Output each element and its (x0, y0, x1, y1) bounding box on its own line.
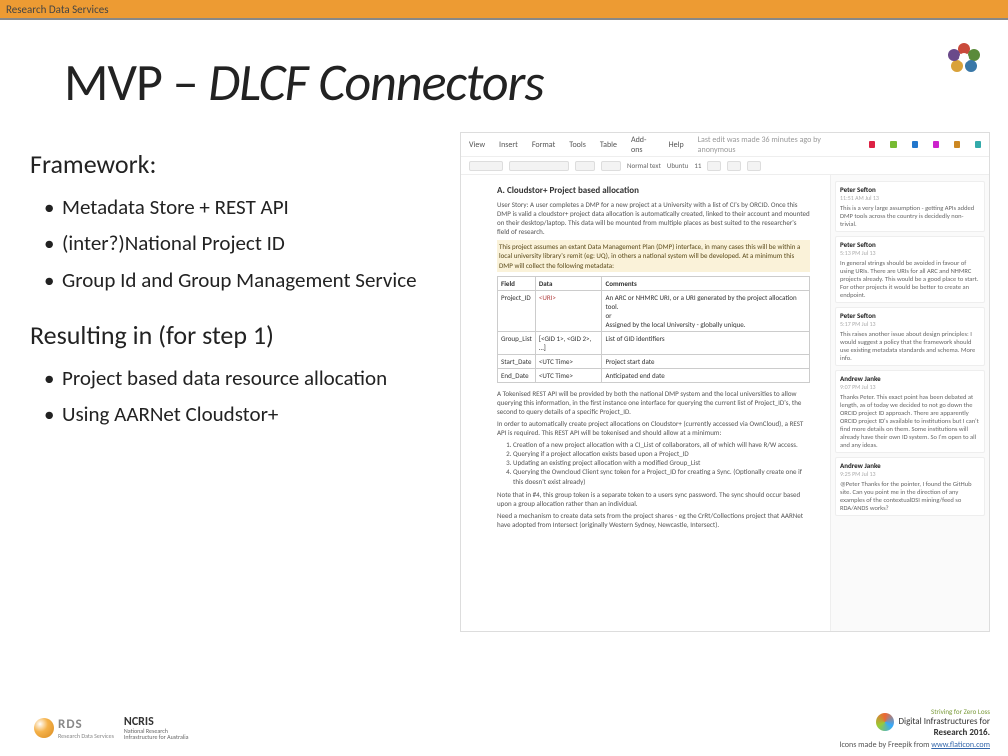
doc-paragraph: In order to automatically create project… (497, 419, 810, 437)
comment: Peter Sefton11:51 AM Jul 13This is a ver… (835, 181, 985, 232)
list-item: Using AARNet Cloudstor+ (44, 401, 450, 427)
body-text: Framework: Metadata Store + REST API (in… (30, 124, 450, 632)
doc-comments-panel: Peter Sefton11:51 AM Jul 13This is a ver… (831, 175, 989, 631)
menu-item: Table (600, 140, 617, 150)
header-label: Research Data Services (6, 3, 109, 16)
doc-user-story: User Story: A user completes a DMP for a… (497, 200, 810, 236)
flower-icon (944, 38, 984, 78)
footer: RDS Research Data Services NCRIS Nationa… (0, 704, 1008, 756)
avatar-icon (869, 141, 875, 148)
header-bar: Research Data Services (0, 0, 1008, 20)
rds-sub: Research Data Services (58, 732, 114, 740)
swirl-icon (876, 713, 894, 731)
menu-item: Insert (499, 140, 518, 150)
menu-item: Tools (569, 140, 586, 150)
avatar-icon (933, 141, 939, 148)
slide-title: MVP – DLCF Connectors (0, 20, 1008, 124)
icon-credit: Icons made by Freepik from www.flaticon.… (839, 740, 990, 750)
menu-item: Format (532, 140, 555, 150)
framework-list: Metadata Store + REST API (inter?)Nation… (44, 194, 450, 293)
doc-note: Note that in #4, this group token is a s… (497, 490, 810, 508)
menu-item: Help (669, 140, 684, 150)
doc-menu-bar: View Insert Format Tools Table Add-ons H… (461, 133, 989, 157)
document-screenshot: View Insert Format Tools Table Add-ons H… (460, 132, 990, 632)
comment: Peter Sefton5:17 PM Jul 13This raises an… (835, 307, 985, 366)
doc-section-heading: A. Cloudstor+ Project based allocation (497, 185, 810, 196)
metadata-table: FieldDataComments Project_ID<URI>An ARC … (497, 276, 810, 383)
last-edit-text: Last edit was made 36 minutes ago by ano… (698, 135, 841, 155)
dir-logo: Striving for Zero Loss Digital Infrastru… (839, 707, 990, 738)
avatar-icon (975, 141, 981, 148)
list-item: (inter?)National Project ID (44, 230, 450, 256)
resulting-list: Project based data resource allocation U… (44, 365, 450, 428)
comment: Peter Sefton5:13 PM Jul 13In general str… (835, 236, 985, 303)
menu-item: Add-ons (631, 135, 655, 155)
rds-logo: RDS Research Data Services (34, 717, 114, 740)
ncris-logo: NCRIS National Research Infrastructure f… (124, 716, 189, 740)
title-prefix: MVP – (64, 50, 208, 114)
menu-item: View (469, 140, 485, 150)
doc-ordered-list: Creation of a new project allocation wit… (513, 440, 810, 485)
avatar-icon (954, 141, 960, 148)
comment: Andrew Janke9:07 PM Jul 13Thanks Peter. … (835, 370, 985, 453)
comment: Andrew Janke9:25 PM Jul 13@Peter Thanks … (835, 457, 985, 516)
doc-page-content: A. Cloudstor+ Project based allocation U… (461, 175, 831, 631)
resulting-heading: Resulting in (for step 1) (30, 319, 450, 351)
list-item: Metadata Store + REST API (44, 194, 450, 220)
doc-paragraph: A Tokenised REST API will be provided by… (497, 389, 810, 416)
avatar-icon (912, 141, 918, 148)
avatar-icon (890, 141, 896, 148)
rds-acronym: RDS (58, 717, 114, 732)
doc-need: Need a mechanism to create data sets fro… (497, 511, 810, 529)
framework-heading: Framework: (30, 148, 450, 180)
doc-highlight: This project assumes an extant Data Mana… (497, 240, 810, 271)
list-item: Group Id and Group Management Service (44, 267, 450, 293)
title-emphasis: DLCF Connectors (208, 50, 543, 114)
doc-format-bar: Normal textUbuntu11 (461, 157, 989, 175)
list-item: Project based data resource allocation (44, 365, 450, 391)
rds-circle-icon (34, 718, 54, 738)
